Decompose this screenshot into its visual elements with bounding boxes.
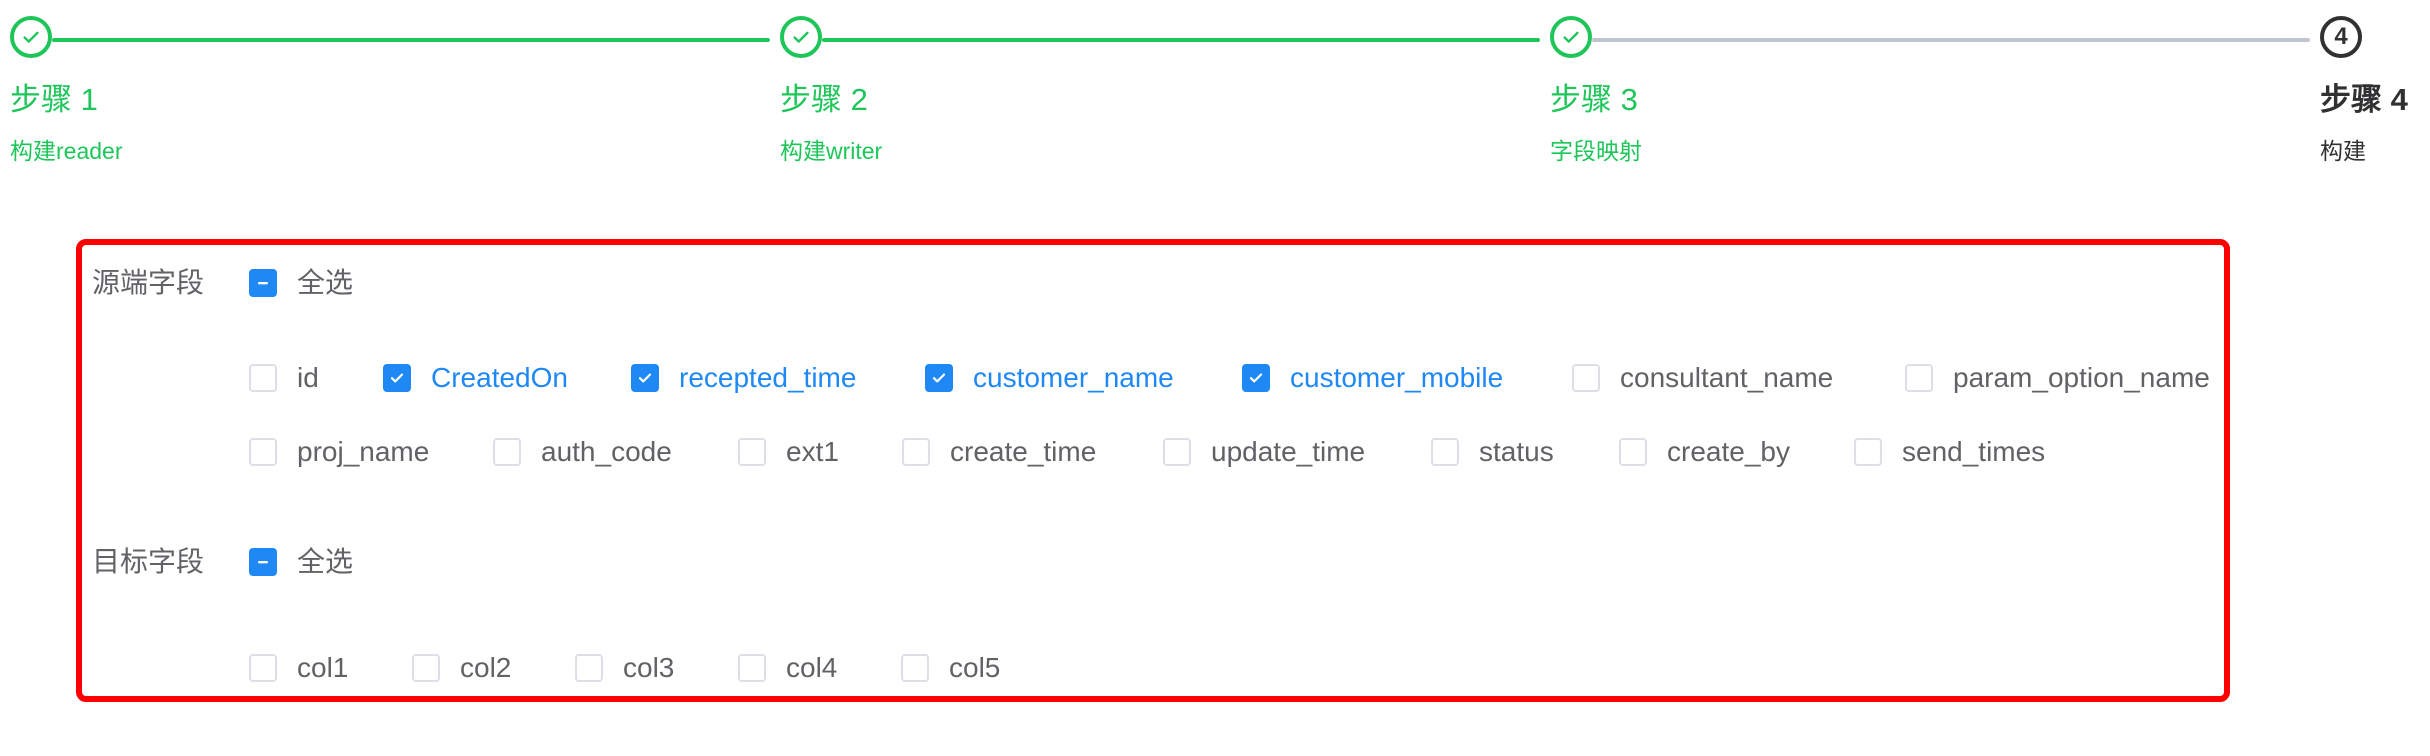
field-label: col4	[786, 652, 838, 683]
target-field-checkbox[interactable]: col1	[249, 652, 348, 684]
field-label: col5	[949, 652, 1001, 683]
target-fields-label: 目标字段	[92, 546, 205, 577]
target-select-all-label: 全选	[297, 546, 354, 577]
check-icon	[1242, 364, 1270, 392]
checkbox-box	[738, 438, 766, 466]
checkbox-box	[575, 654, 603, 682]
step-4: 4 步骤 4 构建	[2310, 0, 2430, 180]
source-field-checkbox[interactable]: ext1	[738, 436, 839, 468]
source-field-checkbox[interactable]: create_by	[1619, 436, 1790, 468]
checkbox-box	[412, 654, 440, 682]
step-2-check-icon	[780, 16, 822, 58]
field-label: col1	[297, 652, 349, 683]
field-label: recepted_time	[679, 362, 857, 393]
field-label: send_times	[1902, 436, 2046, 467]
field-label: CreatedOn	[431, 362, 568, 393]
field-label: ext1	[786, 436, 839, 467]
step-4-description: 构建	[2320, 138, 2366, 164]
minus-icon	[249, 269, 277, 297]
source-field-checkbox[interactable]: customer_mobile	[1242, 362, 1503, 394]
step-2-connector	[822, 38, 1540, 42]
field-label: auth_code	[541, 436, 672, 467]
source-select-all-checkbox[interactable]: 全选	[249, 267, 353, 299]
checkbox-box	[1163, 438, 1191, 466]
check-icon	[631, 364, 659, 392]
source-field-checkbox[interactable]: send_times	[1854, 436, 2045, 468]
field-label: id	[297, 362, 319, 393]
checkbox-box	[1572, 364, 1600, 392]
source-field-checkbox[interactable]: CreatedOn	[383, 362, 568, 394]
checkbox-box	[493, 438, 521, 466]
step-1-check-icon	[10, 16, 52, 58]
step-4-title: 步骤 4	[2320, 82, 2408, 117]
checkbox-box	[1431, 438, 1459, 466]
field-label: proj_name	[297, 436, 430, 467]
checkbox-box	[1905, 364, 1933, 392]
field-mapping-highlight-box	[76, 239, 2230, 702]
target-field-checkbox[interactable]: col3	[575, 652, 674, 684]
target-select-all-checkbox[interactable]: 全选	[249, 546, 353, 578]
source-field-checkbox[interactable]: auth_code	[493, 436, 672, 468]
step-1-description: 构建reader	[10, 138, 123, 164]
target-field-checkbox[interactable]: col5	[901, 652, 1000, 684]
source-field-checkbox[interactable]: update_time	[1163, 436, 1365, 468]
field-label: create_time	[950, 436, 1097, 467]
field-label: customer_mobile	[1290, 362, 1504, 393]
source-field-checkbox[interactable]: proj_name	[249, 436, 429, 468]
source-fields-label: 源端字段	[92, 267, 205, 298]
source-field-checkbox[interactable]: id	[249, 362, 319, 394]
step-3-connector	[1592, 38, 2310, 42]
checkbox-box	[902, 438, 930, 466]
step-3: 步骤 3 字段映射	[1540, 0, 2310, 180]
checkbox-box	[249, 438, 277, 466]
checkbox-box	[249, 364, 277, 392]
minus-icon	[249, 548, 277, 576]
step-2: 步骤 2 构建writer	[770, 0, 1540, 180]
step-1: 步骤 1 构建reader	[0, 0, 770, 180]
step-2-title: 步骤 2	[780, 82, 868, 117]
checkbox-box	[1619, 438, 1647, 466]
field-label: consultant_name	[1620, 362, 1834, 393]
step-3-title: 步骤 3	[1550, 82, 1638, 117]
source-field-checkbox[interactable]: create_time	[902, 436, 1096, 468]
field-label: param_option_name	[1953, 362, 2210, 393]
step-2-description: 构建writer	[780, 138, 883, 164]
source-field-checkbox[interactable]: status	[1431, 436, 1554, 468]
step-3-description: 字段映射	[1550, 138, 1642, 164]
field-label: create_by	[1667, 436, 1790, 467]
checkbox-box	[249, 654, 277, 682]
field-label: status	[1479, 436, 1554, 467]
check-icon	[383, 364, 411, 392]
checkbox-box	[1854, 438, 1882, 466]
source-select-all-label: 全选	[297, 267, 354, 298]
checkbox-box	[901, 654, 929, 682]
field-label: update_time	[1211, 436, 1366, 467]
target-field-checkbox[interactable]: col4	[738, 652, 837, 684]
source-field-checkbox[interactable]: customer_name	[925, 362, 1174, 394]
check-icon	[925, 364, 953, 392]
field-label: customer_name	[973, 362, 1174, 393]
source-field-checkbox[interactable]: recepted_time	[631, 362, 856, 394]
steps-progress: 步骤 1 构建reader 步骤 2 构建writer 步骤 3 字段映射 4 …	[0, 0, 2430, 180]
checkbox-box	[738, 654, 766, 682]
field-label: col2	[460, 652, 512, 683]
step-4-number-icon: 4	[2320, 16, 2362, 58]
step-3-check-icon	[1550, 16, 1592, 58]
step-1-title: 步骤 1	[10, 82, 98, 117]
source-field-checkbox[interactable]: consultant_name	[1572, 362, 1833, 394]
step-1-connector	[52, 38, 770, 42]
source-field-checkbox[interactable]: param_option_name	[1905, 362, 2210, 394]
field-label: col3	[623, 652, 675, 683]
target-field-checkbox[interactable]: col2	[412, 652, 511, 684]
